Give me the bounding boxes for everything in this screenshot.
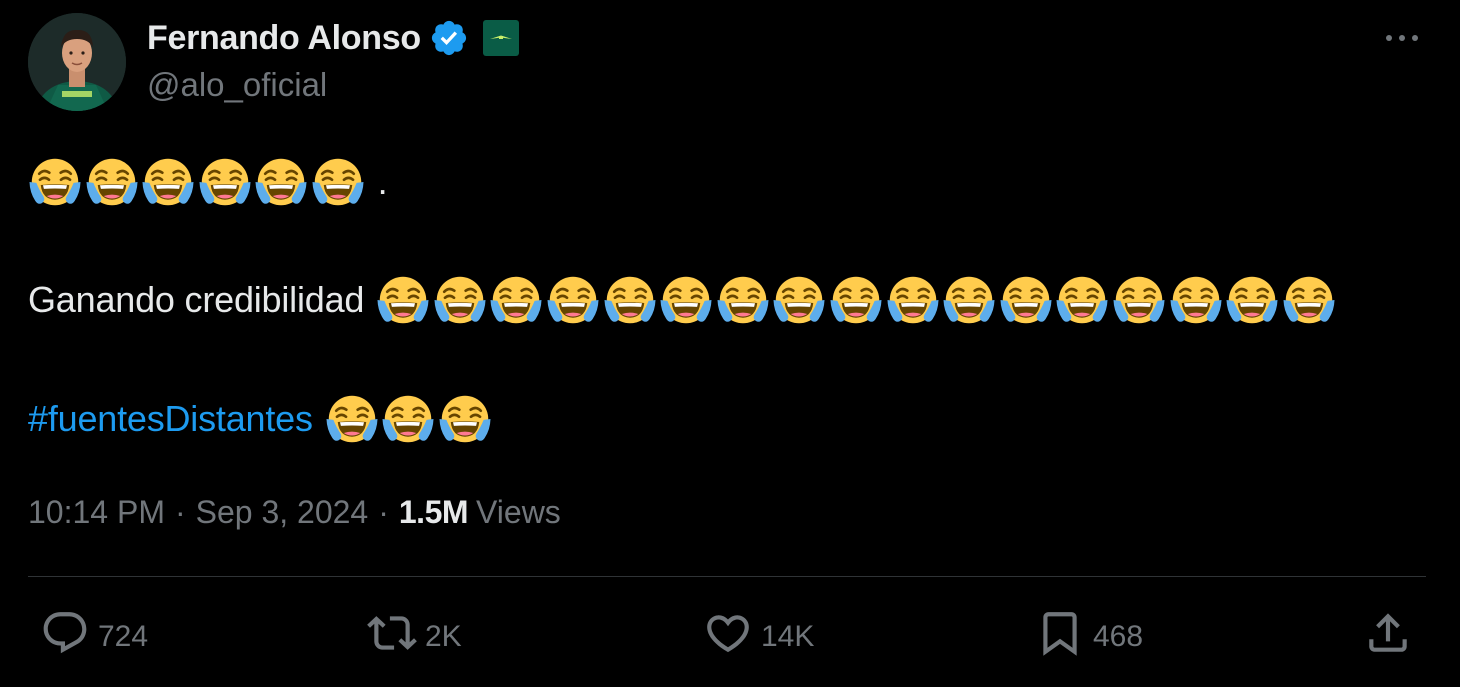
tears-of-joy-emoji-icon — [1225, 273, 1279, 327]
views-count[interactable]: 1.5M — [399, 494, 469, 531]
more-options-icon[interactable] — [1380, 22, 1424, 54]
retweet-button[interactable]: 2K — [367, 610, 462, 664]
tears-of-joy-emoji-icon — [829, 273, 883, 327]
emoji-group — [28, 155, 368, 209]
tears-of-joy-emoji-icon — [716, 273, 770, 327]
avatar-image — [28, 13, 126, 111]
views-label[interactable]: Views — [476, 494, 561, 531]
bookmark-button[interactable]: 468 — [1035, 610, 1143, 664]
tears-of-joy-emoji-icon — [381, 392, 435, 446]
tweet-time[interactable]: 10:14 PM — [28, 494, 165, 531]
reply-icon — [40, 608, 90, 666]
tears-of-joy-emoji-icon — [772, 273, 826, 327]
reply-count: 724 — [98, 620, 149, 653]
tears-of-joy-emoji-icon — [141, 155, 195, 209]
divider — [28, 576, 1426, 577]
tweet-date[interactable]: Sep 3, 2024 — [196, 494, 369, 531]
tears-of-joy-emoji-icon — [1112, 273, 1166, 327]
tears-of-joy-emoji-icon — [438, 392, 492, 446]
tears-of-joy-emoji-icon — [311, 155, 365, 209]
tears-of-joy-emoji-icon — [376, 273, 430, 327]
hashtag-link[interactable]: #fuentesDistantes — [28, 398, 313, 440]
tears-of-joy-emoji-icon — [1282, 273, 1336, 327]
tweet-text-line-3: #fuentesDistantes — [28, 389, 495, 449]
tears-of-joy-emoji-icon — [489, 273, 543, 327]
tears-of-joy-emoji-icon — [659, 273, 713, 327]
share-button[interactable] — [1363, 610, 1413, 664]
author-name-row: Fernando Alonso — [147, 16, 519, 60]
tweet-card: Fernando Alonso @alo_oficial . Ganando c… — [0, 0, 1460, 687]
bookmark-count: 468 — [1093, 620, 1144, 653]
share-icon — [1363, 608, 1413, 666]
emoji-group — [325, 392, 495, 446]
bookmark-icon — [1035, 608, 1085, 666]
tears-of-joy-emoji-icon — [254, 155, 308, 209]
tears-of-joy-emoji-icon — [546, 273, 600, 327]
tears-of-joy-emoji-icon — [1169, 273, 1223, 327]
tweet-text: Ganando credibilidad — [28, 279, 365, 320]
tears-of-joy-emoji-icon — [28, 155, 82, 209]
meta-separator: · — [174, 493, 186, 530]
retweet-icon — [367, 608, 417, 666]
tears-of-joy-emoji-icon — [325, 392, 379, 446]
tears-of-joy-emoji-icon — [433, 273, 487, 327]
meta-separator: · — [378, 493, 389, 530]
emoji-group — [376, 273, 1338, 327]
like-button[interactable]: 14K — [703, 610, 814, 664]
tears-of-joy-emoji-icon — [1055, 273, 1109, 327]
trailing-period: . — [377, 161, 388, 202]
tears-of-joy-emoji-icon — [886, 273, 940, 327]
author-handle[interactable]: @alo_oficial — [147, 66, 327, 104]
reply-button[interactable]: 724 — [40, 610, 148, 664]
tears-of-joy-emoji-icon — [198, 155, 252, 209]
retweet-count: 2K — [425, 620, 462, 653]
heart-icon — [703, 608, 753, 666]
tears-of-joy-emoji-icon — [999, 273, 1053, 327]
tears-of-joy-emoji-icon — [603, 273, 657, 327]
like-count: 14K — [761, 620, 815, 653]
tweet-text-line-1: . — [28, 152, 388, 212]
tears-of-joy-emoji-icon — [942, 273, 996, 327]
avatar[interactable] — [28, 13, 126, 111]
tears-of-joy-emoji-icon — [85, 155, 139, 209]
tweet-text-line-2: Ganando credibilidad — [28, 270, 1338, 330]
display-name[interactable]: Fernando Alonso — [147, 19, 421, 58]
aston-martin-affiliate-icon[interactable] — [482, 20, 519, 56]
verified-badge-icon[interactable] — [429, 18, 469, 58]
tweet-meta: 10:14 PM · Sep 3, 2024 · 1.5M Views — [28, 490, 561, 534]
